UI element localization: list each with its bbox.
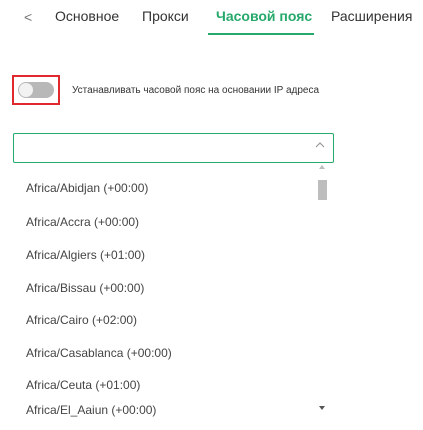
- list-item[interactable]: Africa/Accra (+00:00): [26, 215, 139, 229]
- tab-timezone[interactable]: Часовой пояс: [216, 8, 312, 24]
- timezone-dropdown-list: Africa/Abidjan (+00:00) Africa/Accra (+0…: [13, 165, 334, 420]
- toggle-knob: [19, 83, 33, 97]
- list-item[interactable]: Africa/Ceuta (+01:00): [26, 378, 140, 392]
- auto-timezone-toggle[interactable]: [18, 82, 54, 98]
- tab-bar: < Основное Прокси Часовой пояс Расширени…: [0, 0, 423, 36]
- tab-proxy[interactable]: Прокси: [142, 8, 189, 24]
- chevron-up-icon: [315, 142, 325, 148]
- chevron-left-icon[interactable]: <: [24, 9, 32, 25]
- timezone-select[interactable]: [13, 133, 334, 163]
- auto-timezone-label: Устанавливать часовой пояс на основании …: [72, 85, 320, 96]
- list-item[interactable]: Africa/El_Aaiun (+00:00): [26, 403, 156, 417]
- tab-main[interactable]: Основное: [55, 8, 119, 24]
- active-tab-indicator: [208, 33, 314, 35]
- list-item[interactable]: Africa/Casablanca (+00:00): [26, 346, 172, 360]
- tab-extensions[interactable]: Расширения: [331, 8, 412, 24]
- list-item[interactable]: Africa/Bissau (+00:00): [26, 281, 144, 295]
- scrollbar-thumb[interactable]: [318, 180, 327, 200]
- list-item[interactable]: Africa/Abidjan (+00:00): [26, 181, 148, 195]
- auto-timezone-toggle-highlight: [12, 75, 60, 105]
- scroll-up-arrow-icon[interactable]: [319, 165, 325, 169]
- list-item[interactable]: Africa/Cairo (+02:00): [26, 313, 137, 327]
- scroll-down-arrow-icon[interactable]: [319, 406, 325, 410]
- list-item[interactable]: Africa/Algiers (+01:00): [26, 248, 145, 262]
